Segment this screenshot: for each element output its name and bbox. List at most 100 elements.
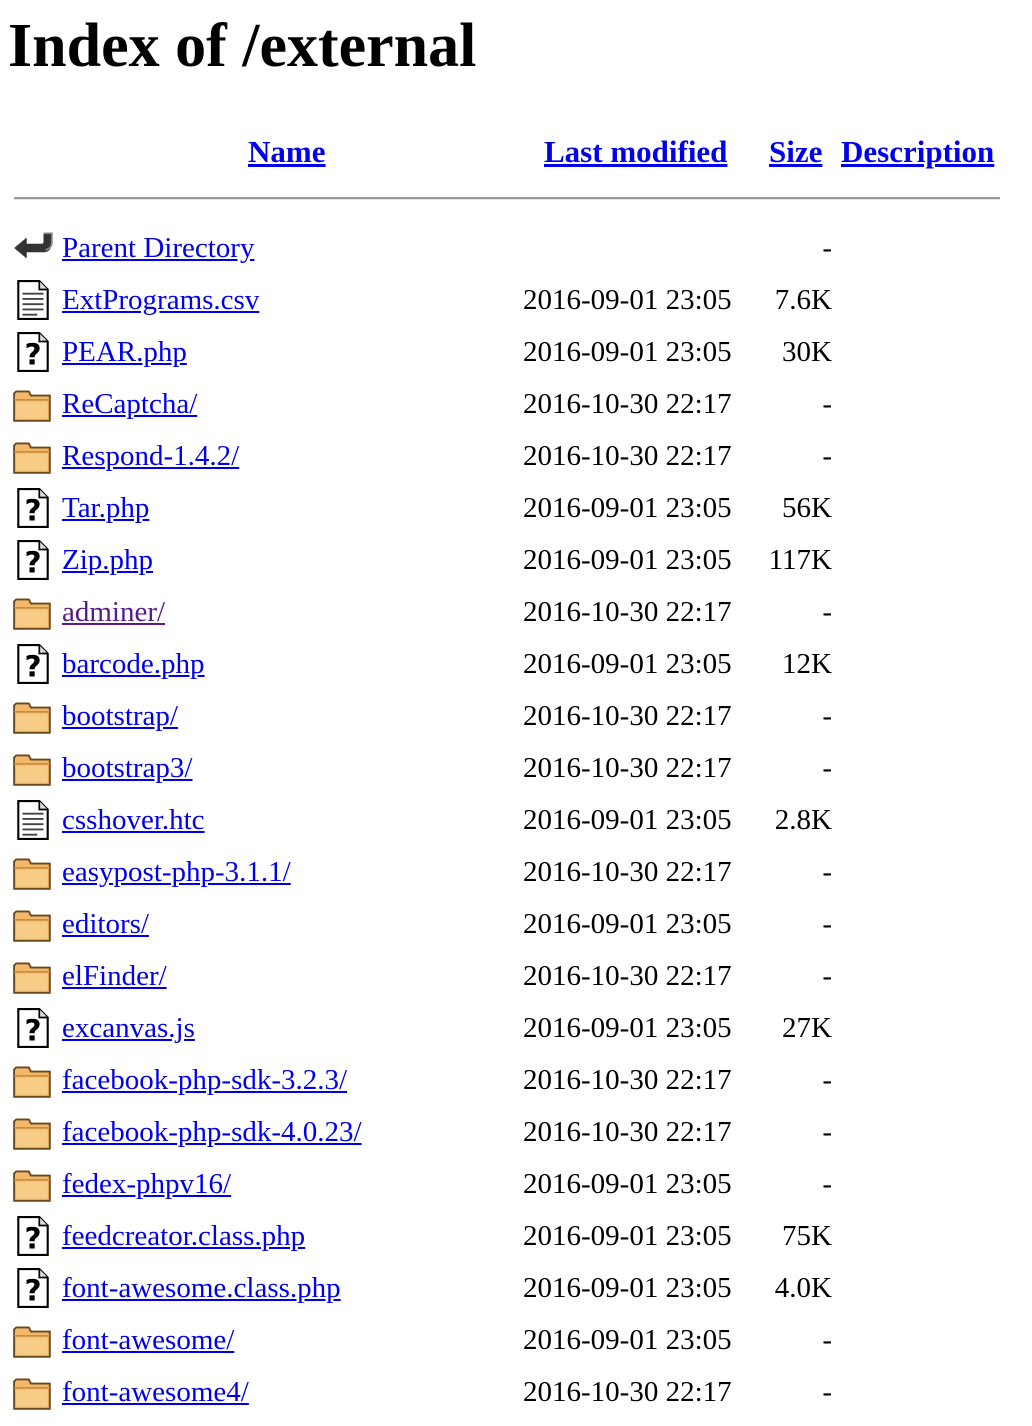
unknown-file-icon: ? xyxy=(12,643,54,685)
file-link[interactable]: Respond-1.4.2/ xyxy=(62,430,239,482)
file-link[interactable]: csshover.htc xyxy=(62,794,205,846)
folder-icon xyxy=(12,695,54,737)
table-row: adminer/2016-10-30 22:17 - xyxy=(0,586,1032,638)
parent-directory-row: Parent Directory - xyxy=(0,222,1032,274)
size-cell: - xyxy=(822,1064,832,1096)
back-icon xyxy=(12,227,54,269)
table-row: font-awesome4/2016-10-30 22:17 - xyxy=(0,1366,1032,1418)
size-cell: - xyxy=(822,388,832,420)
table-row: ? font-awesome.class.php 2016-09-01 23:05 4… xyxy=(0,1262,1032,1314)
file-link[interactable]: font-awesome.class.php xyxy=(62,1262,341,1314)
folder-icon xyxy=(12,591,54,633)
file-link[interactable]: feedcreator.class.php xyxy=(62,1210,305,1262)
last-modified-cell: 2016-09-01 23:05 xyxy=(523,492,732,524)
last-modified-cell: 2016-10-30 22:17 xyxy=(523,700,732,732)
file-link[interactable]: easypost-php-3.1.1/ xyxy=(62,846,291,898)
sort-by-name-link[interactable]: Name xyxy=(248,134,325,169)
last-modified-cell: 2016-10-30 22:17 xyxy=(523,960,732,992)
unknown-file-icon: ? xyxy=(12,539,54,581)
unknown-file-icon: ? xyxy=(12,487,54,529)
table-row: ? PEAR.php 2016-09-01 23:05 30K xyxy=(0,326,1032,378)
file-link[interactable]: Zip.php xyxy=(62,534,153,586)
unknown-file-icon: ? xyxy=(12,1215,54,1257)
table-row: ? Zip.php 2016-09-01 23:05 117K xyxy=(0,534,1032,586)
column-header-name: Name xyxy=(248,132,325,172)
svg-text:?: ? xyxy=(24,1222,41,1256)
file-link[interactable]: PEAR.php xyxy=(62,326,187,378)
folder-icon xyxy=(12,1059,54,1101)
size-cell: - xyxy=(822,1116,832,1148)
svg-text:?: ? xyxy=(24,1014,41,1048)
size-cell: - xyxy=(822,596,832,628)
text-file-icon xyxy=(12,799,54,841)
sort-by-last-modified-link[interactable]: Last modified xyxy=(544,134,727,169)
table-row: Respond-1.4.2/2016-10-30 22:17 - xyxy=(0,430,1032,482)
svg-text:?: ? xyxy=(24,546,41,580)
file-link[interactable]: font-awesome/ xyxy=(62,1314,234,1366)
table-row: editors/2016-09-01 23:05 - xyxy=(0,898,1032,950)
folder-icon xyxy=(12,747,54,789)
file-link[interactable]: elFinder/ xyxy=(62,950,167,1002)
last-modified-cell: 2016-09-01 23:05 xyxy=(523,804,732,836)
unknown-file-icon: ? xyxy=(12,331,54,373)
sort-by-size-link[interactable]: Size xyxy=(769,134,822,169)
svg-text:?: ? xyxy=(24,338,41,372)
folder-icon xyxy=(12,435,54,477)
file-link[interactable]: bootstrap3/ xyxy=(62,742,193,794)
file-link[interactable]: fedex-phpv16/ xyxy=(62,1158,231,1210)
size-cell: - xyxy=(822,700,832,732)
table-row: bootstrap/2016-10-30 22:17 - xyxy=(0,690,1032,742)
header-divider xyxy=(14,197,1000,200)
last-modified-cell: 2016-09-01 23:05 xyxy=(523,1324,732,1356)
table-row: facebook-php-sdk-3.2.3/2016-10-30 22:17 - xyxy=(0,1054,1032,1106)
table-row: ? barcode.php 2016-09-01 23:05 12K xyxy=(0,638,1032,690)
last-modified-cell: 2016-10-30 22:17 xyxy=(523,440,732,472)
size-cell: 7.6K xyxy=(774,284,832,316)
size-cell: - xyxy=(822,232,832,264)
last-modified-cell: 2016-10-30 22:17 xyxy=(523,596,732,628)
parent-directory-link[interactable]: Parent Directory xyxy=(62,222,254,274)
file-link[interactable]: Tar.php xyxy=(62,482,149,534)
last-modified-cell: 2016-09-01 23:05 xyxy=(523,908,732,940)
file-link[interactable]: ReCaptcha/ xyxy=(62,378,197,430)
file-link[interactable]: bootstrap/ xyxy=(62,690,178,742)
last-modified-cell: 2016-09-01 23:05 xyxy=(523,1168,732,1200)
size-cell: 30K xyxy=(782,336,832,368)
file-link[interactable]: editors/ xyxy=(62,898,149,950)
table-row: ? excanvas.js 2016-09-01 23:05 27K xyxy=(0,1002,1032,1054)
folder-icon xyxy=(12,903,54,945)
last-modified-cell: 2016-10-30 22:17 xyxy=(523,1376,732,1408)
table-row: fedex-phpv16/2016-09-01 23:05 - xyxy=(0,1158,1032,1210)
last-modified-cell: 2016-10-30 22:17 xyxy=(523,388,732,420)
last-modified-cell: 2016-09-01 23:05 xyxy=(523,284,732,316)
last-modified-cell: 2016-10-30 22:17 xyxy=(523,1116,732,1148)
file-link[interactable]: barcode.php xyxy=(62,638,205,690)
table-row: ExtPrograms.csv 2016-09-01 23:05 7.6K xyxy=(0,274,1032,326)
unknown-file-icon: ? xyxy=(12,1007,54,1049)
file-link[interactable]: facebook-php-sdk-4.0.23/ xyxy=(62,1106,362,1158)
size-cell: - xyxy=(822,1168,832,1200)
folder-icon xyxy=(12,851,54,893)
column-header-description: Description xyxy=(841,132,994,172)
svg-text:?: ? xyxy=(24,1274,41,1308)
svg-text:?: ? xyxy=(24,494,41,528)
table-row: csshover.htc 2016-09-01 23:05 2.8K xyxy=(0,794,1032,846)
table-row: ? Tar.php 2016-09-01 23:05 56K xyxy=(0,482,1032,534)
sort-by-description-link[interactable]: Description xyxy=(841,134,994,169)
size-cell: - xyxy=(822,960,832,992)
file-link[interactable]: adminer/ xyxy=(62,586,165,638)
folder-icon xyxy=(12,1111,54,1153)
size-cell: - xyxy=(822,440,832,472)
file-link[interactable]: font-awesome4/ xyxy=(62,1366,249,1418)
size-cell: 56K xyxy=(782,492,832,524)
table-row: elFinder/2016-10-30 22:17 - xyxy=(0,950,1032,1002)
file-link[interactable]: ExtPrograms.csv xyxy=(62,274,259,326)
table-row: bootstrap3/2016-10-30 22:17 - xyxy=(0,742,1032,794)
text-file-icon xyxy=(12,279,54,321)
size-cell: - xyxy=(822,752,832,784)
file-link[interactable]: excanvas.js xyxy=(62,1002,195,1054)
file-link[interactable]: facebook-php-sdk-3.2.3/ xyxy=(62,1054,347,1106)
table-row: font-awesome/2016-09-01 23:05 - xyxy=(0,1314,1032,1366)
size-cell: 12K xyxy=(782,648,832,680)
size-cell: 117K xyxy=(768,544,832,576)
